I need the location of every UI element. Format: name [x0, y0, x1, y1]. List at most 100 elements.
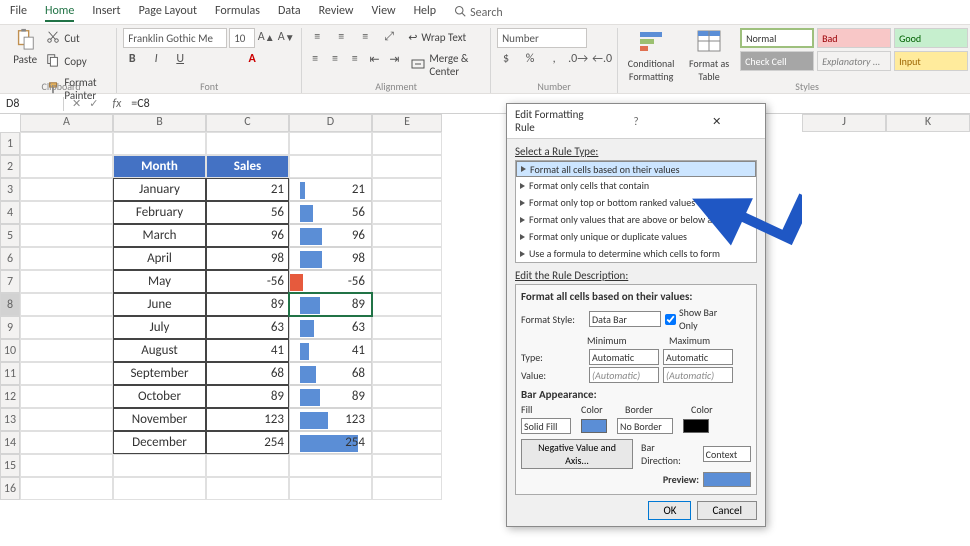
worksheet-grid[interactable]: ABCDE 12345678910111213141516 MonthSales…	[0, 114, 970, 132]
cell[interactable]: June	[113, 293, 206, 316]
cell[interactable]	[372, 316, 442, 339]
cell[interactable]	[20, 132, 113, 155]
cell[interactable]	[372, 454, 442, 477]
align-right-button[interactable]: ≡	[348, 50, 362, 68]
cell[interactable]	[113, 477, 206, 500]
cell[interactable]: 96	[289, 224, 372, 247]
dialog-titlebar[interactable]: Edit Formatting Rule ? ✕	[507, 104, 765, 139]
cell[interactable]	[20, 431, 113, 454]
cell[interactable]	[20, 454, 113, 477]
cell[interactable]	[20, 224, 113, 247]
font-color-button[interactable]: A	[243, 50, 261, 68]
cell[interactable]	[372, 477, 442, 500]
min-type-select[interactable]: Automatic	[589, 349, 659, 365]
cell[interactable]	[206, 477, 289, 500]
border-select[interactable]: No Border	[617, 418, 673, 434]
menu-help[interactable]: Help	[414, 4, 437, 22]
row-headers[interactable]: 12345678910111213141516	[0, 132, 20, 500]
cell[interactable]	[372, 247, 442, 270]
underline-button[interactable]: U	[171, 50, 189, 68]
cell[interactable]	[372, 362, 442, 385]
align-center-button[interactable]: ≡	[328, 50, 342, 68]
menu-home[interactable]: Home	[45, 4, 74, 22]
increase-font-button[interactable]: A▲	[257, 28, 275, 46]
min-value-input[interactable]: (Automatic)	[589, 367, 659, 383]
cell[interactable]: December	[113, 431, 206, 454]
row-header-5[interactable]: 5	[0, 224, 20, 247]
cell[interactable]	[20, 270, 113, 293]
col-header-a[interactable]: A	[20, 114, 113, 132]
cell[interactable]	[20, 385, 113, 408]
cell[interactable]	[113, 454, 206, 477]
border-color-swatch[interactable]	[683, 419, 709, 433]
cell[interactable]	[372, 270, 442, 293]
cell[interactable]: 89	[289, 293, 372, 316]
style-check-cell[interactable]: Check Cell	[740, 51, 814, 71]
copy-button[interactable]: Copy	[42, 51, 110, 72]
cell[interactable]: 89	[206, 293, 289, 316]
menu-insert[interactable]: Insert	[92, 4, 120, 22]
cell[interactable]: 254	[206, 431, 289, 454]
cell[interactable]	[20, 477, 113, 500]
row-header-16[interactable]: 16	[0, 477, 20, 500]
cell[interactable]	[372, 431, 442, 454]
increase-indent-button[interactable]: ⇥	[388, 50, 402, 68]
cell[interactable]: 68	[289, 362, 372, 385]
cell[interactable]	[289, 477, 372, 500]
row-header-10[interactable]: 10	[0, 339, 20, 362]
cancel-button[interactable]: Cancel	[697, 501, 757, 520]
number-format-select[interactable]: Number	[497, 28, 587, 48]
cell[interactable]	[372, 201, 442, 224]
menu-file[interactable]: File	[10, 4, 27, 22]
style-explanatory[interactable]: Explanatory ...	[817, 51, 891, 71]
menu-page-layout[interactable]: Page Layout	[139, 4, 197, 22]
cell[interactable]	[20, 408, 113, 431]
row-header-15[interactable]: 15	[0, 454, 20, 477]
col-header-k[interactable]: K	[886, 114, 970, 132]
menu-data[interactable]: Data	[278, 4, 301, 22]
fill-select[interactable]: Solid Fill	[521, 418, 571, 434]
cell[interactable]: October	[113, 385, 206, 408]
cell[interactable]: 63	[289, 316, 372, 339]
wrap-text-button[interactable]: ↩Wrap Text	[404, 28, 470, 46]
cell[interactable]	[289, 155, 372, 178]
cell[interactable]: -56	[206, 270, 289, 293]
row-header-12[interactable]: 12	[0, 385, 20, 408]
cell[interactable]	[20, 201, 113, 224]
cell[interactable]: 123	[206, 408, 289, 431]
cell[interactable]	[372, 293, 442, 316]
cell[interactable]: March	[113, 224, 206, 247]
cell[interactable]: November	[113, 408, 206, 431]
merge-center-button[interactable]: Merge & Center	[407, 50, 484, 80]
col-header-d[interactable]: D	[289, 114, 372, 132]
cell[interactable]	[372, 132, 442, 155]
cell[interactable]	[20, 362, 113, 385]
cell[interactable]	[206, 132, 289, 155]
row-header-9[interactable]: 9	[0, 316, 20, 339]
cell[interactable]	[113, 132, 206, 155]
row-header-6[interactable]: 6	[0, 247, 20, 270]
cut-button[interactable]: Cut	[42, 28, 110, 49]
cell[interactable]	[20, 293, 113, 316]
accounting-button[interactable]: $	[497, 50, 515, 68]
row-header-14[interactable]: 14	[0, 431, 20, 454]
bar-direction-select[interactable]: Context	[703, 446, 751, 462]
font-size-select[interactable]: 10	[229, 28, 255, 48]
style-good[interactable]: Good	[894, 28, 968, 48]
row-header-13[interactable]: 13	[0, 408, 20, 431]
cell[interactable]: 254	[289, 431, 372, 454]
cell[interactable]: May	[113, 270, 206, 293]
font-name-select[interactable]: Franklin Gothic Me	[123, 28, 227, 48]
cell[interactable]: 98	[289, 247, 372, 270]
cell[interactable]	[20, 178, 113, 201]
cell[interactable]: 98	[206, 247, 289, 270]
column-headers-right[interactable]: J K	[802, 114, 970, 132]
max-type-select[interactable]: Automatic	[663, 349, 733, 365]
menu-view[interactable]: View	[372, 4, 396, 22]
col-header-e[interactable]: E	[372, 114, 442, 132]
cell[interactable]	[372, 339, 442, 362]
cell[interactable]	[372, 224, 442, 247]
cell[interactable]: July	[113, 316, 206, 339]
comma-button[interactable]: ,	[545, 50, 563, 68]
cell[interactable]	[372, 178, 442, 201]
